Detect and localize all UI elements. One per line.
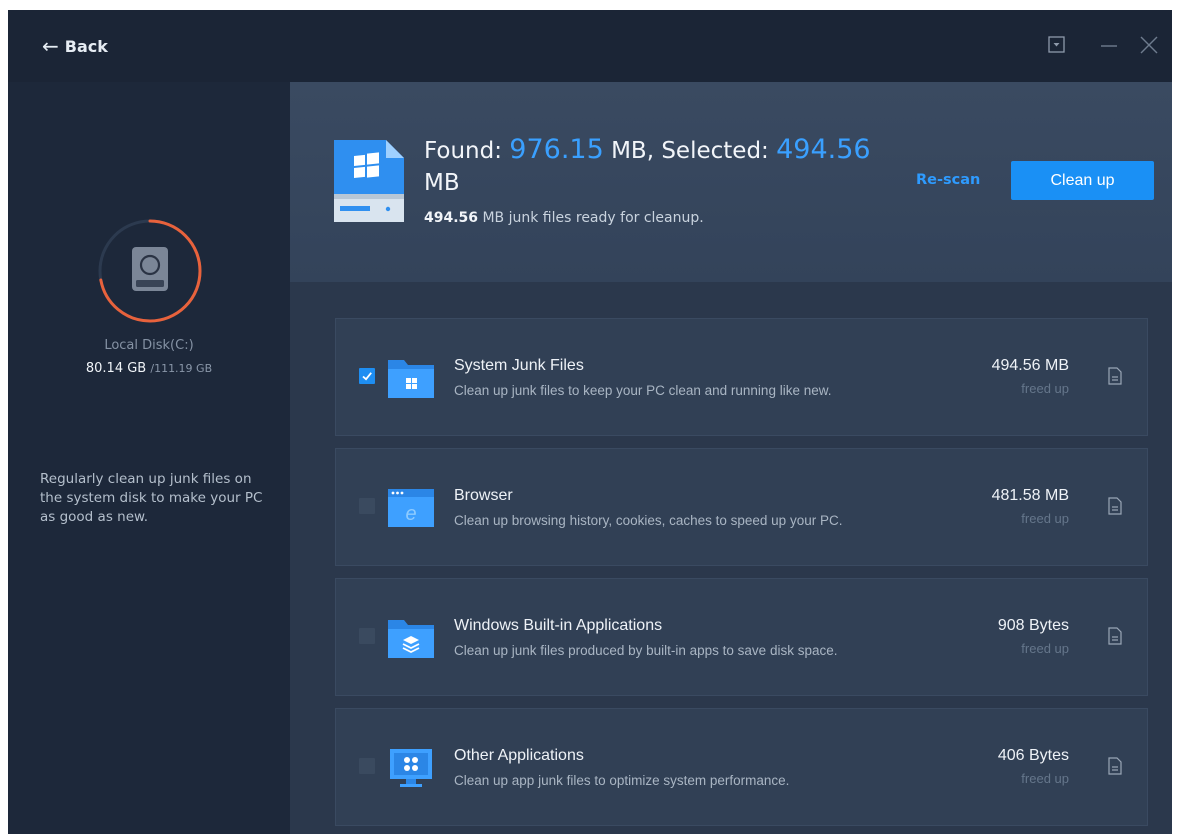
category-size: 481.58 MB <box>991 487 1069 504</box>
freed-up-label: freed up <box>1021 641 1069 656</box>
builtin-apps-checkbox[interactable] <box>359 628 375 644</box>
details-document-icon[interactable] <box>1107 627 1123 645</box>
category-title: Windows Built-in Applications <box>454 617 663 634</box>
category-size: 406 Bytes <box>997 747 1069 764</box>
category-title: System Junk Files <box>454 357 584 374</box>
close-icon[interactable] <box>1138 34 1160 56</box>
category-description: Clean up junk files produced by built-in… <box>454 643 838 658</box>
category-title: Browser <box>454 487 513 504</box>
category-browser[interactable]: e Browser Clean up browsing history, coo… <box>335 448 1148 566</box>
found-value: 976.15 <box>509 134 604 165</box>
minimize-icon[interactable] <box>1098 34 1120 56</box>
browser-checkbox[interactable] <box>359 498 375 514</box>
app-window: ← Back Local Disk(C:) 80.14 GB /111.19 G… <box>8 10 1172 834</box>
category-description: Clean up junk files to keep your PC clea… <box>454 383 832 398</box>
system-junk-checkbox[interactable] <box>359 368 375 384</box>
title-bar: ← Back <box>8 10 1172 82</box>
scan-summary: Found: 976.15 MB, Selected: 494.56 MB 49… <box>290 82 1172 282</box>
cleanup-button[interactable]: Clean up <box>1011 161 1154 200</box>
ready-summary: 494.56 MB junk files ready for cleanup. <box>424 210 704 226</box>
found-unit: MB, Selected: <box>603 138 777 164</box>
disk-usage: 80.14 GB /111.19 GB <box>8 361 290 376</box>
disk-total: /111.19 GB <box>150 362 213 375</box>
details-document-icon[interactable] <box>1107 497 1123 515</box>
ready-value: 494.56 <box>424 210 479 226</box>
svg-text:e: e <box>405 503 416 525</box>
back-button[interactable]: ← Back <box>42 32 108 60</box>
disk-name: Local Disk(C:) <box>104 338 194 353</box>
selected-value: 494.56 <box>776 134 871 165</box>
sidebar: Local Disk(C:) 80.14 GB /111.19 GB Regul… <box>8 82 290 834</box>
category-description: Clean up app junk files to optimize syst… <box>454 773 790 788</box>
other-apps-checkbox[interactable] <box>359 758 375 774</box>
found-label: Found: <box>424 138 510 164</box>
category-title: Other Applications <box>454 747 584 764</box>
back-arrow-icon: ← <box>42 34 59 58</box>
dropdown-menu-icon[interactable] <box>1046 34 1068 56</box>
ready-text: MB junk files ready for cleanup. <box>478 210 704 226</box>
freed-up-label: freed up <box>1021 771 1069 786</box>
hard-disk-icon <box>132 247 168 291</box>
rescan-link[interactable]: Re-scan <box>916 172 980 188</box>
disk-used: 80.14 GB <box>85 361 147 376</box>
browser-window-icon: e <box>388 489 434 527</box>
checkmark-icon <box>362 372 372 381</box>
category-list: System Junk Files Clean up junk files to… <box>290 282 1172 834</box>
disk-usage-ring <box>98 219 202 323</box>
cleanup-tip: Regularly clean up junk files on the sys… <box>40 471 263 525</box>
category-size: 908 Bytes <box>997 617 1069 634</box>
apps-folder-icon <box>388 620 434 658</box>
selected-unit: MB <box>424 170 460 196</box>
category-size: 494.56 MB <box>991 357 1069 374</box>
freed-up-label: freed up <box>1021 511 1069 526</box>
category-windows-builtin-apps[interactable]: Windows Built-in Applications Clean up j… <box>335 578 1148 696</box>
back-label: Back <box>64 36 108 56</box>
windows-folder-icon <box>388 360 434 398</box>
windows-drive-icon <box>334 140 404 222</box>
found-summary: Found: 976.15 MB, Selected: 494.56 MB <box>424 134 904 199</box>
monitor-apps-icon <box>390 749 432 787</box>
details-document-icon[interactable] <box>1107 757 1123 775</box>
category-system-junk[interactable]: System Junk Files Clean up junk files to… <box>335 318 1148 436</box>
category-description: Clean up browsing history, cookies, cach… <box>454 513 843 528</box>
freed-up-label: freed up <box>1021 381 1069 396</box>
category-other-apps[interactable]: Other Applications Clean up app junk fil… <box>335 708 1148 826</box>
details-document-icon[interactable] <box>1107 367 1123 385</box>
